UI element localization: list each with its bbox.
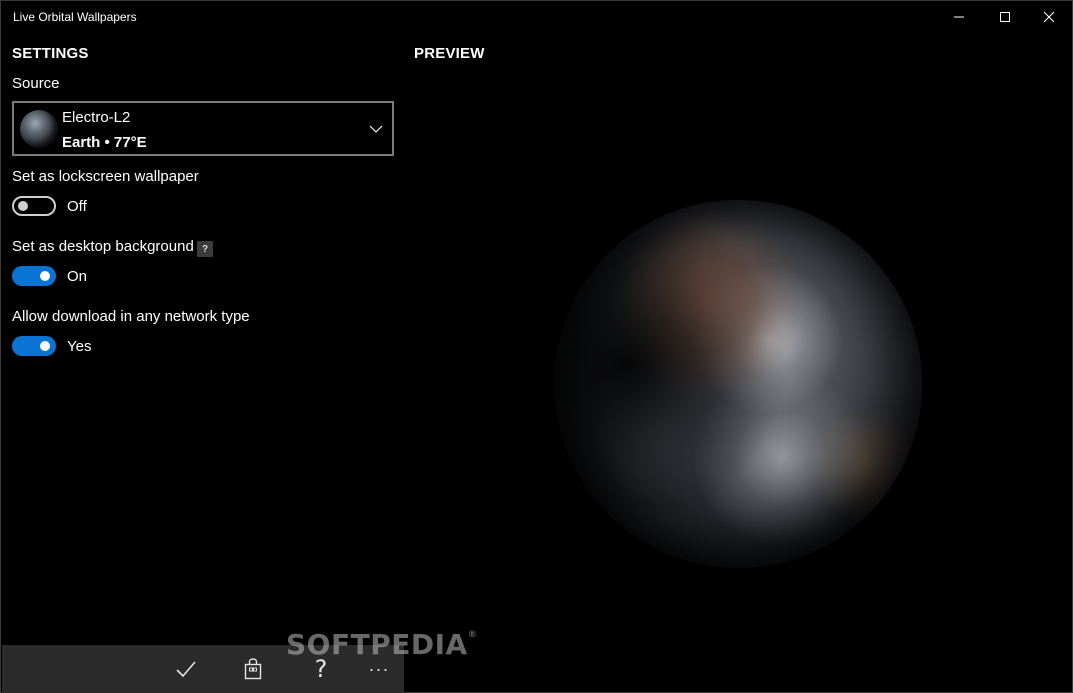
close-icon: [1043, 11, 1055, 22]
earth-preview-image: [554, 200, 922, 568]
source-detail: Earth • 77°E: [62, 134, 147, 151]
network-toggle[interactable]: [12, 336, 56, 356]
source-name: Electro-L2: [62, 109, 131, 126]
registered-mark: ®: [467, 630, 478, 640]
shopping-bag-icon: [244, 658, 262, 680]
maximize-button[interactable]: [982, 1, 1028, 32]
toggle-knob: [18, 201, 28, 211]
satellite-thumbnail: [20, 110, 58, 148]
toggle-knob: [40, 271, 50, 281]
minimize-button[interactable]: [936, 1, 982, 32]
network-label: Allow download in any network type: [12, 308, 250, 325]
source-label: Source: [12, 75, 60, 92]
minimize-icon: [954, 16, 964, 17]
chevron-down-icon: [369, 125, 383, 133]
accept-button[interactable]: [161, 645, 211, 693]
settings-heading: SETTINGS: [12, 45, 89, 62]
store-button[interactable]: [228, 645, 278, 693]
source-dropdown[interactable]: Electro-L2 Earth • 77°E: [12, 101, 394, 156]
watermark-text: SOFTPEDIA: [286, 628, 468, 661]
desktop-help-button[interactable]: ?: [197, 241, 213, 257]
checkmark-icon: [176, 661, 196, 678]
network-state: Yes: [67, 338, 92, 355]
lockscreen-toggle[interactable]: [12, 196, 56, 216]
more-icon: ···: [368, 658, 390, 679]
desktop-state: On: [67, 268, 88, 285]
toggle-knob: [40, 341, 50, 351]
close-button[interactable]: [1026, 1, 1072, 32]
softpedia-watermark: SOFTPEDIA®: [286, 628, 477, 661]
lockscreen-state: Off: [67, 198, 87, 215]
desktop-toggle[interactable]: [12, 266, 56, 286]
window-title: Live Orbital Wallpapers: [13, 10, 137, 24]
maximize-icon: [1000, 11, 1010, 22]
title-bar: Live Orbital Wallpapers: [1, 1, 1072, 32]
desktop-label: Set as desktop background: [12, 238, 194, 255]
preview-heading: PREVIEW: [414, 45, 485, 62]
lockscreen-label: Set as lockscreen wallpaper: [12, 168, 199, 185]
app-window: Live Orbital Wallpapers SETTINGS PREVIEW…: [0, 0, 1073, 693]
